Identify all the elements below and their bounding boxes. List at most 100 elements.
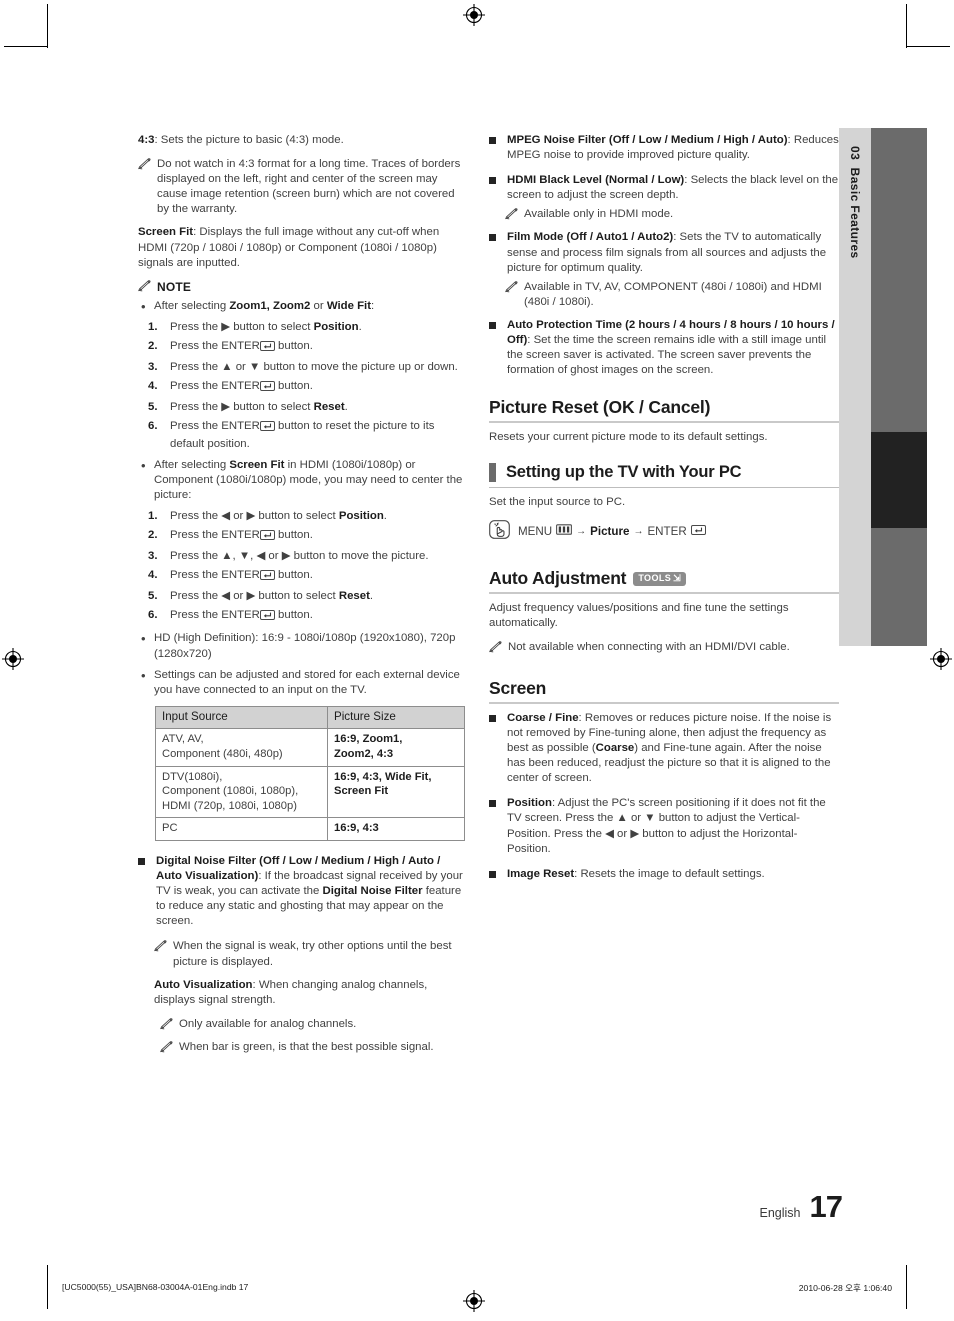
step-text-post: button.	[274, 380, 313, 393]
setting-up-pc-heading-row: Setting up the TV with Your PC	[489, 462, 839, 482]
step-text-pre: Press the ENTER	[170, 380, 260, 393]
table-row: PC 16:9, 4:3	[155, 817, 465, 841]
sf-intro-a: After selecting	[154, 458, 230, 471]
enter-key-icon	[259, 529, 275, 545]
aspect-43-desc: : Sets the picture to basic (4:3) mode.	[154, 134, 344, 146]
square-bullet-icon	[489, 711, 507, 722]
tools-badge[interactable]: TOOLS ⇲	[633, 571, 687, 586]
heading-accent-bar	[489, 462, 496, 482]
step-number: 6.	[148, 420, 158, 433]
picture-menu-label: Picture	[590, 524, 630, 538]
column-header-picture-size: Picture Size	[327, 705, 465, 730]
step-text-pre: Press the ▶ button to select	[170, 401, 314, 414]
step-number: 1.	[148, 320, 158, 333]
coarse-fine-body: Coarse / Fine: Removes or reduces pictur…	[507, 711, 839, 786]
settings-stored-text: Settings can be adjusted and stored for …	[154, 668, 460, 696]
picture-reset-section: Picture Reset (OK / Cancel) Resets your …	[489, 397, 839, 445]
image-reset-body: Image Reset: Resets the image to default…	[507, 867, 839, 882]
side-tab-text: 03 Basic Features	[839, 128, 871, 646]
position-body: Position: Adjust the PC's screen positio…	[507, 796, 839, 856]
square-bullet-icon	[489, 133, 507, 144]
step-number: 5.	[148, 590, 158, 603]
bullet-dot-icon: •	[141, 457, 146, 473]
steps-zoom: 1. Press the ▶ button to select Position…	[138, 320, 468, 452]
square-bullet-icon	[489, 796, 507, 808]
step-text: Press the ENTER button.	[170, 339, 468, 356]
zoom-intro-b: Zoom1, Zoom2	[229, 299, 311, 312]
enter-key-icon	[259, 570, 275, 585]
picture-reset-body: Resets your current picture mode to its …	[489, 431, 768, 444]
step-text-post: .	[344, 401, 348, 414]
step-text-pre: Press the ◀ or ▶ button to select	[170, 590, 339, 603]
step-item: 3. Press the ▲ or ▼ button to move the p…	[138, 360, 468, 375]
step-text: Press the ENTER button.	[170, 608, 468, 625]
side-tab-dark-strip	[871, 128, 927, 646]
auto-protection-time-item: Auto Protection Time (2 hours / 4 hours …	[489, 318, 839, 378]
note-43-format-text: Do not watch in 4:3 format for a long ti…	[157, 158, 461, 216]
step-item: 2. Press the ENTER button.	[138, 528, 468, 545]
enter-label: ENTER	[647, 524, 687, 538]
step-text-post: button.	[274, 528, 313, 541]
step-text-post: button.	[274, 340, 313, 353]
step-text: Press the ◀ or ▶ button to select Reset.	[170, 589, 468, 604]
zoom-selection-intro: After selecting Zoom1, Zoom2 or Wide Fit…	[154, 299, 468, 314]
pencil-icon	[505, 280, 524, 293]
note-hdmi-dvi-text: Not available when connecting with an HD…	[508, 640, 790, 653]
step-text-pre: Press the ENTER	[170, 569, 260, 582]
step-text: Press the ▲, ▼, ◀ or ▶ button to move th…	[170, 550, 429, 563]
enter-key-icon	[259, 421, 275, 436]
square-bullet-icon	[489, 173, 507, 185]
section-divider	[489, 487, 839, 489]
pencil-icon	[154, 939, 173, 952]
step-item: 4. Press the ENTER button.	[138, 568, 468, 585]
step-item: 1. Press the ▶ button to select Position…	[138, 320, 468, 335]
registration-mark-top	[463, 4, 485, 26]
note-hdmi-only: Available only in HDMI mode.	[505, 207, 839, 222]
page-footer: English 17	[760, 1189, 843, 1225]
step-number: 3.	[148, 550, 158, 563]
hd-definition-text: HD (High Definition): 16:9 - 1080i/1080p…	[154, 632, 456, 660]
side-tab-label: 03 Basic Features	[848, 146, 862, 259]
auto-adjustment-heading-row: Auto Adjustment TOOLS ⇲	[489, 568, 839, 592]
coarse-fine-item: Coarse / Fine: Removes or reduces pictur…	[489, 711, 839, 786]
mpeg-noise-filter-item: MPEG Noise Filter (Off / Low / Medium / …	[489, 133, 839, 163]
note-weak-signal-text: When the signal is weak, try other optio…	[173, 940, 452, 968]
tools-badge-arrow-icon: ⇲	[673, 572, 682, 583]
step-text: Press the ENTER button to reset the pict…	[170, 419, 468, 451]
step-text-bold: Reset	[313, 401, 345, 414]
position-desc: : Adjust the PC's screen positioning if …	[507, 797, 826, 855]
note-hdmi-dvi: Not available when connecting with an HD…	[489, 640, 839, 655]
print-file-name: [UC5000(55)_USA]BN68-03004A-01Eng.indb 1…	[62, 1282, 249, 1292]
step-text: Press the ENTER button.	[170, 379, 468, 396]
pencil-icon	[138, 157, 157, 170]
print-metadata-line: [UC5000(55)_USA]BN68-03004A-01Eng.indb 1…	[0, 1279, 954, 1299]
section-divider	[489, 421, 839, 424]
film-mode-term: Film Mode (Off / Auto1 / Auto2)	[507, 231, 674, 244]
image-reset-item: Image Reset: Resets the image to default…	[489, 867, 839, 882]
step-number: 3.	[148, 361, 158, 374]
step-number: 1.	[148, 509, 158, 522]
step-number: 5.	[148, 401, 158, 414]
cell-input-source: PC	[155, 817, 328, 841]
enter-key-icon	[259, 381, 275, 396]
step-text-pre: Press the ◀ or ▶ button to select	[170, 509, 339, 522]
step-text: Press the ENTER button.	[170, 568, 468, 585]
menu-path-row: MENU → Picture → ENTER	[489, 519, 839, 543]
step-text-pre: Press the ENTER	[170, 528, 260, 541]
screen-fit-paragraph: Screen Fit: Displays the full image with…	[138, 225, 468, 270]
list-item: • After selecting Screen Fit in HDMI (10…	[138, 458, 468, 503]
film-mode-body: Film Mode (Off / Auto1 / Auto2): Sets th…	[507, 230, 839, 275]
path-arrow-icon: →	[633, 525, 644, 537]
section-divider	[489, 591, 839, 594]
square-bullet-icon	[489, 318, 507, 329]
step-item: 1. Press the ◀ or ▶ button to select Pos…	[138, 509, 468, 524]
step-text: Press the ▶ button to select Reset.	[170, 400, 468, 415]
crop-mark-top-left-v	[47, 4, 48, 48]
left-column: 4:3: Sets the picture to basic (4:3) mod…	[138, 133, 468, 1063]
cell-input-source: DTV(1080i), Component (1080i, 1080p), HD…	[155, 765, 328, 819]
note-analog-channels-text: Only available for analog channels.	[179, 1017, 357, 1030]
coarse-fine-term: Coarse / Fine	[507, 711, 579, 724]
step-text-pre: Press the ENTER	[170, 340, 260, 353]
step-text: Press the ▶ button to select Position.	[170, 320, 468, 335]
auto-visualization-term: Auto Visualization	[154, 978, 253, 991]
